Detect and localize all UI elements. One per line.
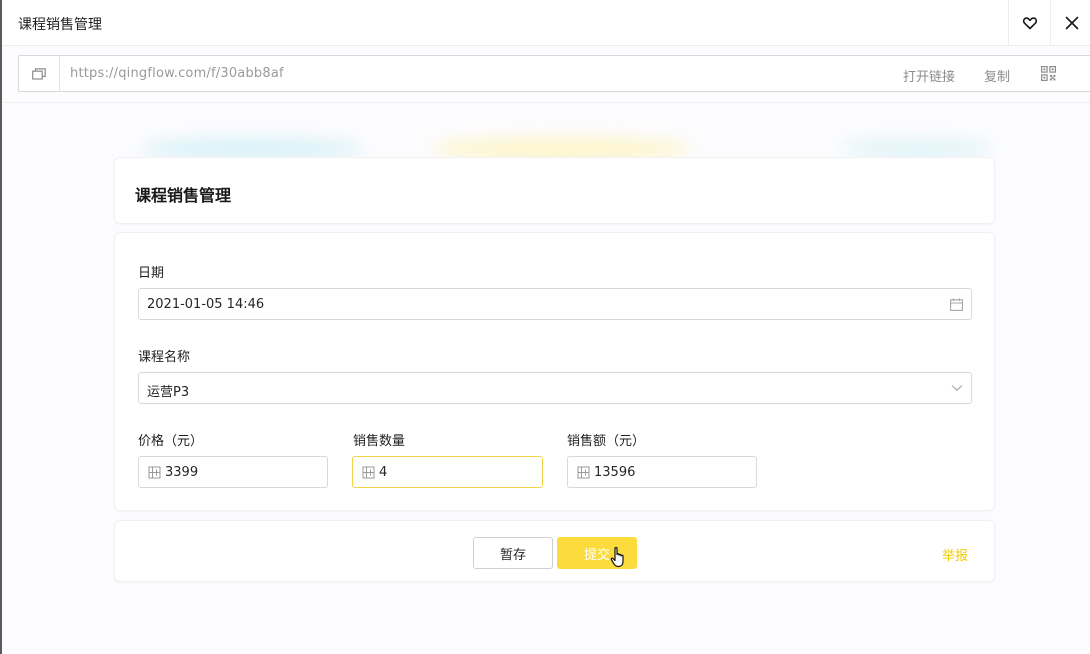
window-title: 课程销售管理 xyxy=(18,17,102,33)
amount-label: 销售额（元） xyxy=(567,434,646,449)
report-link[interactable]: 举报 xyxy=(942,545,968,564)
quantity-value: 4 xyxy=(379,465,388,480)
open-window-button[interactable] xyxy=(19,56,60,91)
app-window: 课程销售管理 https://qingflow.com/f/30abb8af 打… xyxy=(0,0,1090,654)
form-card: 日期 2021-01-05 14:46 课程名称 运营P3 价格（元） 3399… xyxy=(114,232,995,511)
hand-cursor-icon xyxy=(610,546,624,568)
number-icon xyxy=(362,466,375,479)
form-title-card: 课程销售管理 xyxy=(114,157,995,224)
window-icon xyxy=(32,67,46,80)
amount-field[interactable]: 13596 xyxy=(567,456,757,488)
price-label: 价格（元） xyxy=(138,434,204,449)
amount-value: 13596 xyxy=(594,465,636,480)
price-value: 3399 xyxy=(165,465,199,480)
heart-icon xyxy=(1022,17,1037,30)
date-field[interactable]: 2021-01-05 14:46 xyxy=(138,288,972,320)
number-icon xyxy=(577,466,590,479)
open-link-button[interactable]: 打开链接 xyxy=(903,66,955,85)
price-field[interactable]: 3399 xyxy=(138,456,328,488)
copy-button[interactable]: 复制 xyxy=(984,66,1010,85)
url-text[interactable]: https://qingflow.com/f/30abb8af xyxy=(70,66,284,81)
save-draft-button[interactable]: 暂存 xyxy=(473,537,553,569)
url-bar: https://qingflow.com/f/30abb8af 打开链接 复制 xyxy=(18,55,1090,92)
window-header: 课程销售管理 xyxy=(2,0,1090,46)
course-name-select[interactable]: 运营P3 xyxy=(138,372,972,404)
quantity-field[interactable]: 4 xyxy=(352,456,543,488)
divider xyxy=(2,102,1090,103)
number-icon xyxy=(148,466,161,479)
quantity-label: 销售数量 xyxy=(353,434,406,449)
calendar-icon xyxy=(950,298,963,311)
form-actions-card: 暂存 提交 举报 xyxy=(114,520,995,582)
chevron-down-icon xyxy=(951,385,963,392)
qr-code-button[interactable] xyxy=(1041,66,1056,85)
close-icon xyxy=(1065,16,1078,30)
course-name-label: 课程名称 xyxy=(138,350,191,365)
date-label: 日期 xyxy=(138,266,165,281)
date-value: 2021-01-05 14:46 xyxy=(147,297,265,312)
form-title: 课程销售管理 xyxy=(135,186,232,205)
course-name-value: 运营P3 xyxy=(147,385,190,400)
favorite-button[interactable] xyxy=(1008,0,1050,46)
qr-code-icon xyxy=(1041,66,1056,81)
close-button[interactable] xyxy=(1050,0,1090,46)
